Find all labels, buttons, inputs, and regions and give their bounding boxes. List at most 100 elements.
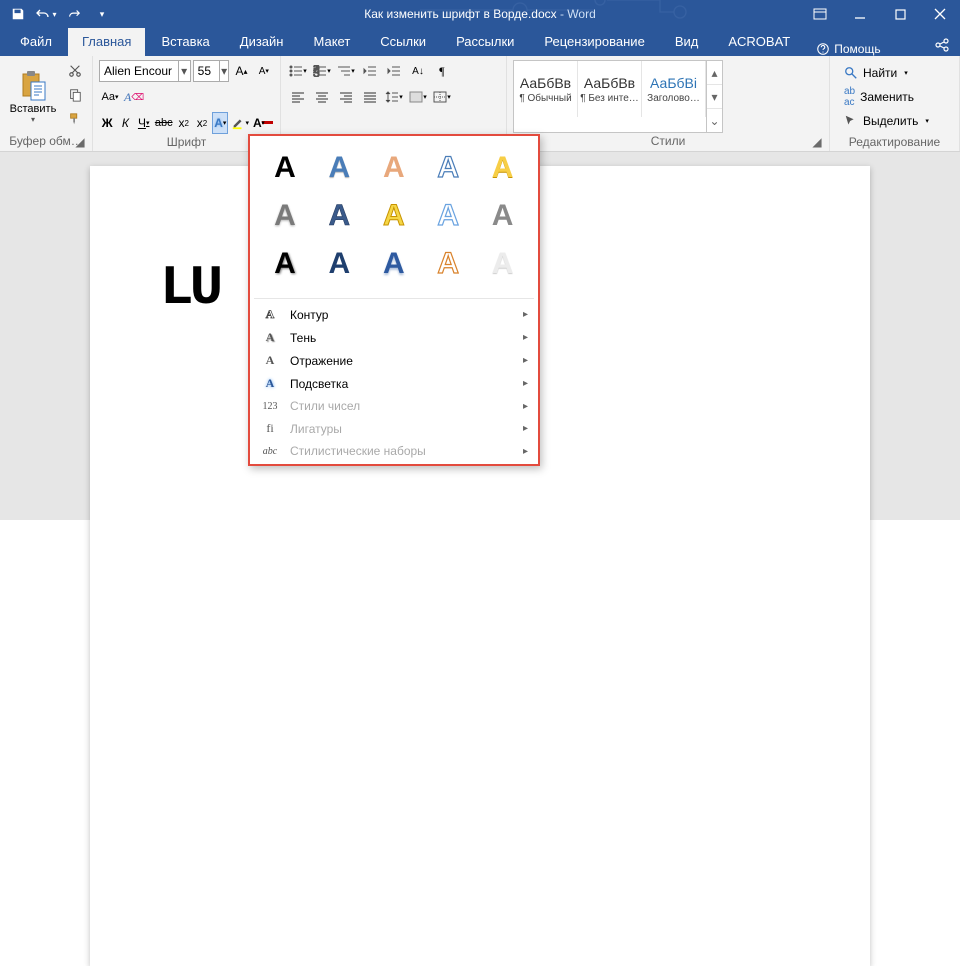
tab-design[interactable]: Дизайн	[226, 28, 298, 56]
strike-icon[interactable]: abc	[154, 112, 174, 134]
fx-preset-15[interactable]: A	[476, 240, 530, 288]
shrink-font-icon[interactable]: A▾	[254, 60, 274, 82]
subscript-icon[interactable]: x2	[176, 112, 192, 134]
bullets-icon[interactable]: ▾	[287, 60, 309, 82]
fx-preset-1[interactable]: A	[258, 144, 312, 192]
stylistic-icon: abc	[260, 446, 280, 457]
style-heading1[interactable]: АаБбВіЗаголово…	[642, 61, 706, 117]
grow-font-icon[interactable]: A▴	[231, 60, 251, 82]
chevron-down-icon[interactable]: ▾	[219, 61, 228, 81]
font-name-combo[interactable]: ▾	[99, 60, 191, 82]
qat-customize-icon[interactable]: ▾	[90, 2, 114, 26]
fx-number-styles: 123Стили чисел▸	[250, 395, 538, 417]
align-left-icon[interactable]	[287, 86, 309, 108]
format-painter-icon[interactable]	[64, 108, 86, 130]
fx-preset-7[interactable]: A	[312, 192, 366, 240]
italic-button[interactable]: К	[117, 112, 133, 134]
increase-indent-icon[interactable]	[383, 60, 405, 82]
fx-preset-12[interactable]: A	[312, 240, 366, 288]
save-icon[interactable]	[6, 2, 30, 26]
shading-icon[interactable]: ▾	[407, 86, 429, 108]
fx-preset-3[interactable]: A	[367, 144, 421, 192]
styles-label: Стили	[651, 134, 686, 148]
fx-preset-13[interactable]: A	[367, 240, 421, 288]
ribbon-display-icon[interactable]	[800, 0, 840, 28]
tab-layout[interactable]: Макет	[299, 28, 364, 56]
tab-acrobat[interactable]: ACROBAT	[714, 28, 804, 56]
decrease-indent-icon[interactable]	[359, 60, 381, 82]
show-marks-icon[interactable]: ¶	[431, 60, 453, 82]
fx-shadow[interactable]: AТень▸	[250, 326, 538, 349]
multilevel-icon[interactable]: ▾	[335, 60, 357, 82]
group-editing: Найти▾ abacЗаменить Выделить▾ Редактиров…	[830, 56, 960, 151]
gallery-up-icon[interactable]: ▴	[707, 61, 722, 85]
clipboard-label: Буфер обм…	[9, 134, 83, 148]
fx-preset-11[interactable]: A	[258, 240, 312, 288]
change-case-icon[interactable]: Aa▾	[99, 86, 121, 108]
text-effects-gallery: A A A A A A A A A A A A A A A	[250, 136, 538, 296]
fx-outline[interactable]: AКонтур▸	[250, 303, 538, 326]
clipboard-launcher-icon[interactable]: ◢	[74, 136, 86, 148]
numbering-icon[interactable]: 123▾	[311, 60, 333, 82]
fx-stylistic-sets: abcСтилистические наборы▸	[250, 440, 538, 462]
undo-icon[interactable]: ▾	[34, 2, 58, 26]
close-icon[interactable]	[920, 0, 960, 28]
fx-glow[interactable]: AПодсветка▸	[250, 372, 538, 395]
select-button[interactable]: Выделить▾	[840, 110, 933, 132]
fx-ligatures: fiЛигатуры▸	[250, 417, 538, 440]
tab-view[interactable]: Вид	[661, 28, 713, 56]
tab-file[interactable]: Файл	[6, 28, 66, 56]
align-right-icon[interactable]	[335, 86, 357, 108]
tell-me[interactable]: Помощь	[816, 42, 880, 56]
fx-preset-2[interactable]: A	[312, 144, 366, 192]
redo-icon[interactable]	[62, 2, 86, 26]
style-no-spacing[interactable]: АаБбВв¶ Без инте…	[578, 61, 642, 117]
chevron-down-icon[interactable]: ▾	[178, 61, 190, 81]
align-center-icon[interactable]	[311, 86, 333, 108]
fx-preset-6[interactable]: A	[258, 192, 312, 240]
ligatures-icon: fi	[260, 421, 280, 436]
font-name-input[interactable]	[100, 64, 178, 78]
superscript-icon[interactable]: x2	[194, 112, 210, 134]
styles-launcher-icon[interactable]: ◢	[811, 136, 823, 148]
tab-references[interactable]: Ссылки	[366, 28, 440, 56]
tab-insert[interactable]: Вставка	[147, 28, 223, 56]
highlight-icon[interactable]: ▾	[230, 112, 250, 134]
underline-button[interactable]: Ч▾	[136, 112, 152, 134]
document-title: Как изменить шрифт в Ворде.docx	[364, 7, 556, 21]
bold-button[interactable]: Ж	[99, 112, 115, 134]
line-spacing-icon[interactable]: ▾	[383, 86, 405, 108]
fx-preset-4[interactable]: A	[421, 144, 475, 192]
tab-home[interactable]: Главная	[68, 28, 145, 56]
tab-review[interactable]: Рецензирование	[530, 28, 658, 56]
fx-preset-9[interactable]: A	[421, 192, 475, 240]
font-color-icon[interactable]: A▾	[252, 112, 274, 134]
fx-preset-10[interactable]: A	[476, 192, 530, 240]
clear-format-icon[interactable]: A⌫	[123, 86, 145, 108]
copy-icon[interactable]	[64, 84, 86, 106]
app-name: Word	[567, 7, 595, 21]
font-size-combo[interactable]: ▾	[193, 60, 230, 82]
gallery-more-icon[interactable]: ⌄	[707, 109, 722, 132]
fx-reflection[interactable]: AОтражение▸	[250, 349, 538, 372]
editing-label: Редактирование	[849, 135, 940, 149]
gallery-down-icon[interactable]: ▾	[707, 85, 722, 109]
style-normal[interactable]: АаБбВв¶ Обычный	[514, 61, 578, 117]
font-size-input[interactable]	[194, 64, 219, 78]
fx-preset-8[interactable]: A	[367, 192, 421, 240]
borders-icon[interactable]: ▾	[431, 86, 453, 108]
justify-icon[interactable]	[359, 86, 381, 108]
cut-icon[interactable]	[64, 60, 86, 82]
fx-preset-5[interactable]: A	[476, 144, 530, 192]
paste-button[interactable]: Вставить ▾	[6, 60, 60, 133]
maximize-icon[interactable]	[880, 0, 920, 28]
sort-icon[interactable]: A↓	[407, 60, 429, 82]
minimize-icon[interactable]	[840, 0, 880, 28]
fx-preset-14[interactable]: A	[421, 240, 475, 288]
share-icon[interactable]	[924, 37, 960, 56]
text-effects-button[interactable]: A▾	[212, 112, 228, 134]
replace-button[interactable]: abacЗаменить	[840, 86, 933, 108]
tab-mailings[interactable]: Рассылки	[442, 28, 528, 56]
styles-gallery[interactable]: АаБбВв¶ Обычный АаБбВв¶ Без инте… АаБбВі…	[513, 60, 723, 133]
find-button[interactable]: Найти▾	[840, 62, 933, 84]
